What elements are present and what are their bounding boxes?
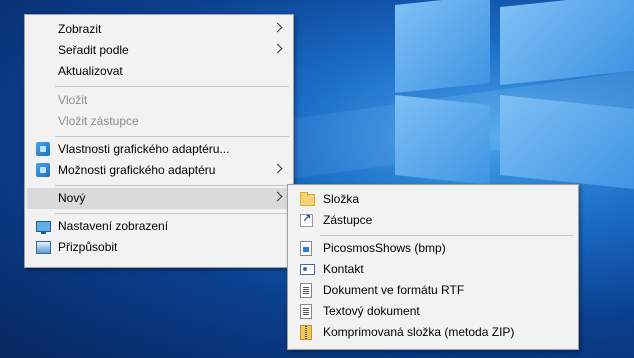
menu-item-paste[interactable]: Vložit (27, 90, 291, 111)
submenu-item-text-document[interactable]: Textový dokument (290, 301, 576, 322)
display-settings-icon (36, 221, 51, 234)
menu-item-label: Zástupce (323, 213, 373, 227)
wallpaper-window-pane (395, 0, 490, 93)
contact-icon (300, 264, 315, 275)
submenu-item-folder[interactable]: Složka (290, 189, 576, 210)
chevron-right-icon (272, 22, 283, 33)
chevron-right-icon (272, 163, 283, 174)
menu-item-refresh[interactable]: Aktualizovat (27, 61, 291, 82)
menu-item-personalize[interactable]: Přizpůsobit (27, 237, 291, 258)
menu-item-label: PicosmosShows (bmp) (323, 241, 446, 255)
menu-item-label: Dokument ve formátu RTF (323, 283, 465, 297)
menu-item-display-settings[interactable]: Nastavení zobrazení (27, 216, 291, 237)
menu-item-paste-shortcut[interactable]: Vložit zástupce (27, 111, 291, 132)
graphics-adapter-icon (36, 142, 50, 156)
menu-separator (55, 136, 289, 137)
menu-item-label: Nový (58, 191, 86, 205)
shortcut-icon (300, 212, 313, 227)
submenu-item-zip-folder[interactable]: Komprimovaná složka (metoda ZIP) (290, 322, 576, 343)
submenu-item-bitmap[interactable]: PicosmosShows (bmp) (290, 238, 576, 259)
menu-item-view[interactable]: Zobrazit (27, 19, 291, 40)
bitmap-icon (300, 241, 312, 256)
submenu-item-shortcut[interactable]: Zástupce (290, 210, 576, 231)
menu-item-label: Aktualizovat (58, 64, 123, 78)
menu-item-graphics-properties[interactable]: Vlastnosti grafického adaptéru... (27, 139, 291, 160)
rtf-document-icon (300, 283, 312, 298)
menu-separator (55, 185, 289, 186)
folder-icon (300, 192, 315, 206)
desktop-context-menu: Zobrazit Seřadit podle Aktualizovat Vlož… (24, 14, 294, 268)
menu-item-label: Složka (323, 192, 360, 206)
submenu-item-contact[interactable]: Kontakt (290, 259, 576, 280)
chevron-right-icon (272, 43, 283, 54)
chevron-right-icon (272, 191, 283, 202)
menu-item-label: Vložit zástupce (58, 114, 139, 128)
menu-separator (55, 213, 289, 214)
menu-item-sort-by[interactable]: Seřadit podle (27, 40, 291, 61)
menu-item-label: Zobrazit (58, 22, 102, 36)
menu-separator (320, 235, 574, 236)
menu-item-label: Seřadit podle (58, 43, 129, 57)
menu-item-graphics-options[interactable]: Možnosti grafického adaptéru (27, 160, 291, 181)
menu-item-label: Vlastnosti grafického adaptéru... (58, 142, 230, 156)
submenu-item-rtf[interactable]: Dokument ve formátu RTF (290, 280, 576, 301)
personalize-icon (36, 241, 51, 254)
text-document-icon (300, 304, 312, 319)
menu-item-new[interactable]: Nový (27, 188, 291, 209)
wallpaper-window-pane (500, 94, 634, 190)
menu-item-label: Možnosti grafického adaptéru (58, 163, 216, 177)
menu-item-label: Vložit (58, 93, 88, 107)
menu-item-label: Nastavení zobrazení (58, 219, 169, 233)
wallpaper-window-pane (500, 0, 634, 86)
new-submenu: Složka Zástupce PicosmosShows (bmp) Kont… (287, 184, 579, 350)
menu-separator (55, 86, 289, 87)
menu-item-label: Kontakt (323, 262, 364, 276)
wallpaper-window-pane (395, 95, 490, 185)
graphics-adapter-icon (36, 163, 50, 177)
zip-folder-icon (300, 325, 312, 340)
menu-item-label: Komprimovaná složka (metoda ZIP) (323, 325, 515, 339)
menu-item-label: Přizpůsobit (58, 240, 118, 254)
menu-item-label: Textový dokument (323, 304, 420, 318)
